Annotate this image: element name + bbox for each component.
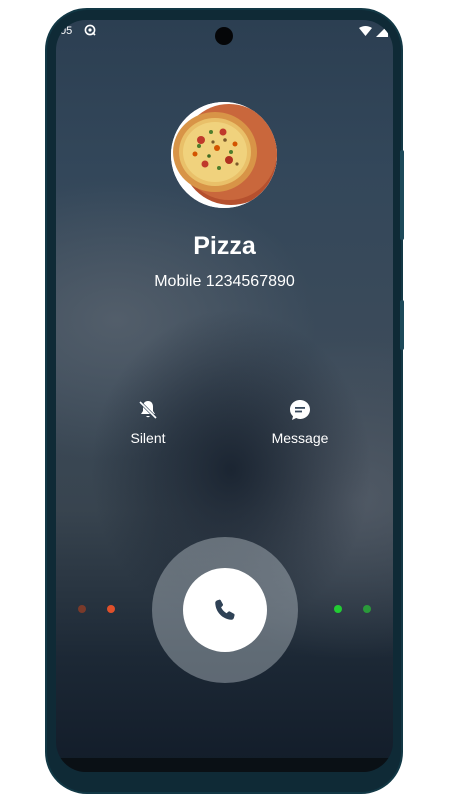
accept-hint-dot-outer	[363, 605, 371, 613]
phone-icon	[215, 599, 235, 620]
signal-icon	[376, 25, 388, 37]
volume-button	[400, 150, 404, 240]
silent-label: Silent	[130, 430, 166, 446]
caller-avatar	[171, 102, 277, 208]
answer-call-button[interactable]	[183, 568, 267, 652]
bell-off-icon	[138, 400, 158, 420]
silent-button[interactable]: Silent	[88, 398, 208, 446]
wifi-icon	[359, 26, 372, 36]
pizza-avatar-image	[171, 102, 277, 208]
caller-number: Mobile 1234567890	[154, 273, 295, 290]
status-bar: 05	[56, 20, 393, 45]
screen-bottom-edge	[56, 758, 393, 772]
message-label: Message	[271, 430, 329, 446]
incoming-call-screen: 05 Pizza Mobile 1234567890 Silent Messag…	[56, 20, 393, 772]
power-button	[400, 300, 404, 350]
app-notification-icon	[84, 24, 96, 36]
front-camera	[215, 27, 233, 45]
caller-name: Pizza	[193, 232, 256, 260]
decline-hint-dot-inner	[107, 605, 115, 613]
decline-hint-dot-outer	[78, 605, 86, 613]
message-button[interactable]: Message	[240, 398, 360, 446]
accept-hint-dot-inner	[334, 605, 342, 613]
message-icon	[290, 400, 310, 420]
status-time: 05	[60, 25, 73, 37]
